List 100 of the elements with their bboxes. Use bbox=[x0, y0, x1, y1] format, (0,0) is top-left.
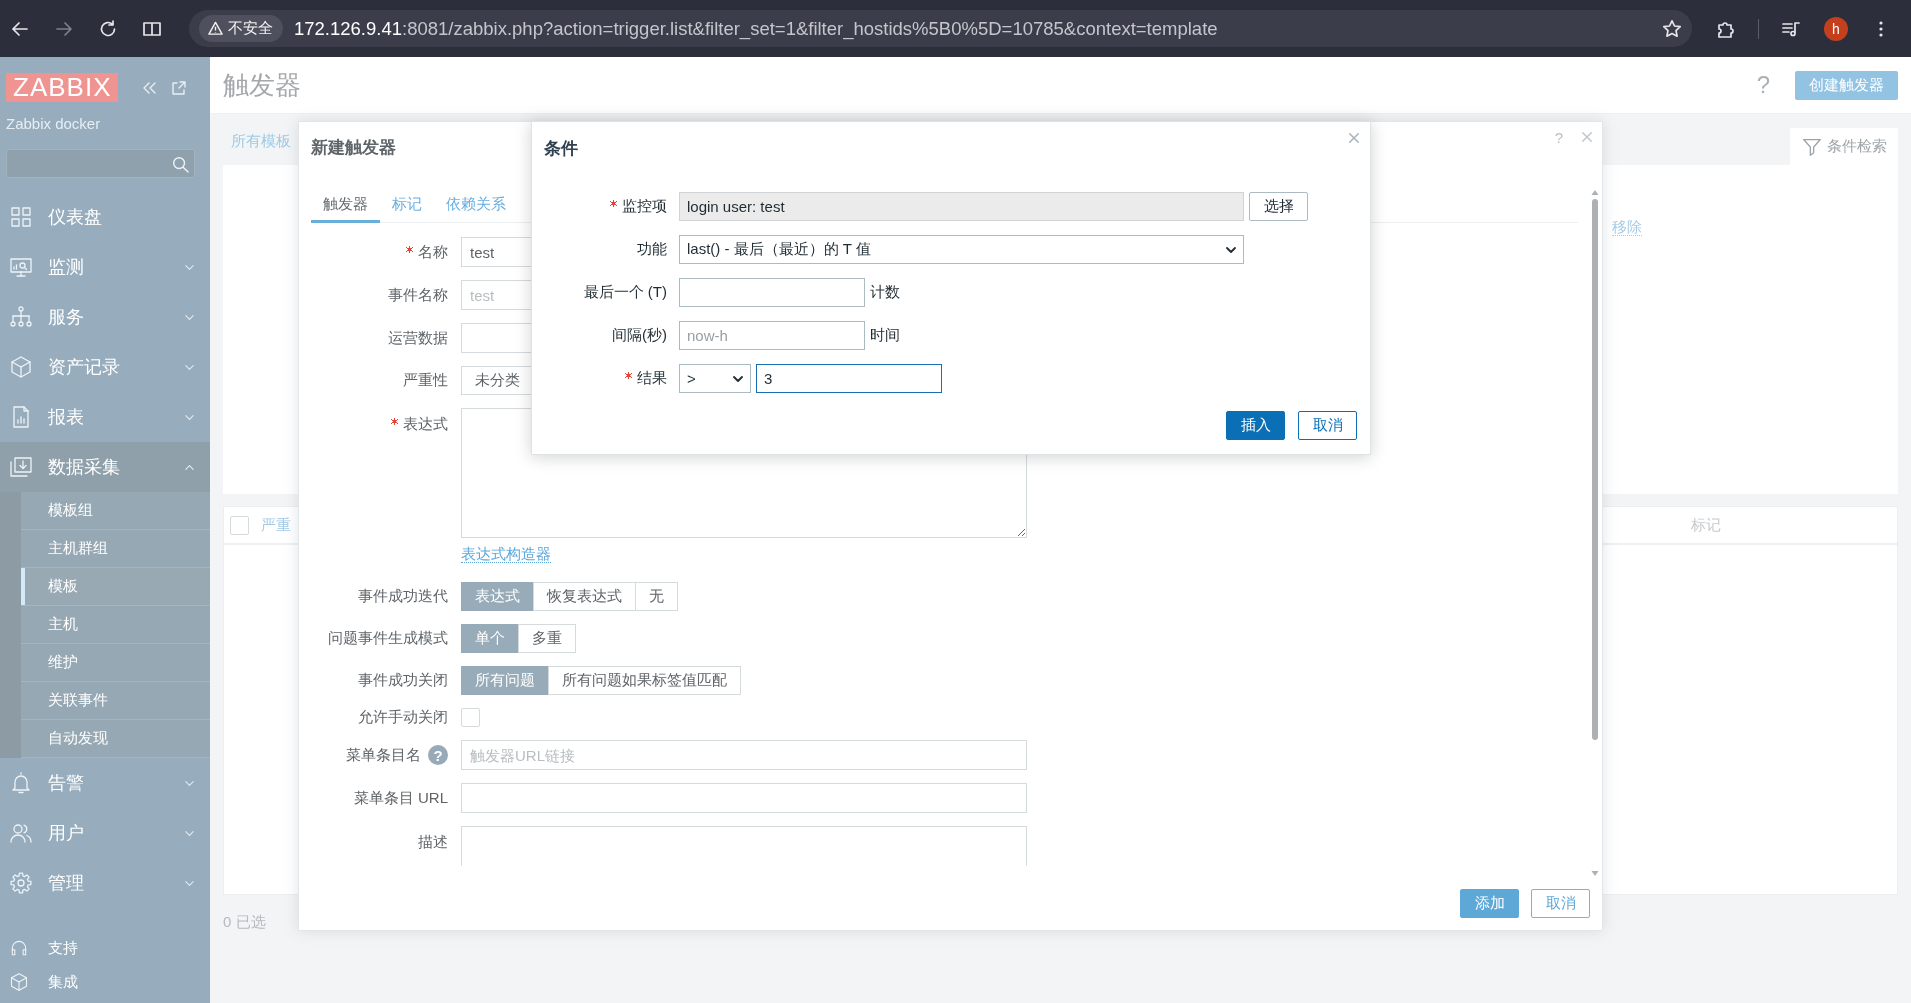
submenu-item[interactable]: 模板组 bbox=[21, 492, 210, 530]
menu-item[interactable]: 报表 bbox=[0, 392, 210, 442]
users-icon bbox=[9, 821, 33, 845]
field-label: 事件成功关闭 bbox=[358, 671, 448, 690]
field-label: 菜单条目 URL bbox=[353, 788, 448, 808]
gear-icon bbox=[9, 871, 33, 895]
create-trigger-button[interactable]: 创建触发器 bbox=[1795, 70, 1898, 100]
security-indicator[interactable]: 不安全 bbox=[199, 15, 283, 42]
filter-tab[interactable]: 条件检索 bbox=[1790, 128, 1898, 165]
menu-item[interactable]: 告警 bbox=[0, 758, 210, 808]
operator-dropdown[interactable]: > bbox=[679, 364, 751, 393]
column-header[interactable]: 严重 bbox=[261, 515, 291, 535]
segmented-option[interactable]: 未分类 bbox=[461, 366, 532, 395]
help-button[interactable]: ? bbox=[1756, 71, 1770, 99]
text-field[interactable] bbox=[461, 783, 1027, 813]
url-text: 172.126.9.41:8081/zabbix.php?action=trigger.list&filter_set=1&filter_hostids%5B0%5D=10785&context=template bbox=[294, 17, 1218, 40]
field-label: 功能 bbox=[637, 240, 667, 259]
field-label: 结果 bbox=[625, 369, 667, 388]
selected-count: 0 已选 bbox=[223, 913, 266, 930]
close-icon[interactable] bbox=[1348, 132, 1360, 144]
segmented-option[interactable]: 恢复表达式 bbox=[533, 582, 636, 611]
warning-icon bbox=[208, 21, 223, 36]
help-button[interactable]: ? bbox=[1554, 129, 1563, 146]
text-field[interactable]: test bbox=[461, 280, 532, 310]
grid-icon bbox=[9, 205, 33, 229]
text-field[interactable]: now-h bbox=[679, 321, 865, 350]
field-label: 事件名称 bbox=[388, 285, 448, 305]
field-label: 事件成功迭代 bbox=[358, 587, 448, 606]
submenu-item[interactable]: 维护 bbox=[21, 644, 210, 682]
field-label: 表达式 bbox=[391, 415, 448, 434]
text-field[interactable]: test bbox=[461, 237, 532, 267]
expression-builder-link[interactable]: 表达式构造器 bbox=[461, 545, 551, 563]
submenu-item[interactable]: 自动发现 bbox=[21, 720, 210, 758]
search-field[interactable] bbox=[6, 149, 195, 178]
segmented-option[interactable]: 单个 bbox=[461, 624, 519, 653]
column-header: 标记 bbox=[1691, 515, 1721, 535]
page-title: 触发器 bbox=[223, 68, 301, 102]
segmented-option[interactable]: 无 bbox=[635, 582, 678, 611]
menu-item[interactable]: 数据采集 bbox=[0, 442, 210, 492]
textarea-field[interactable] bbox=[461, 826, 1027, 866]
menu-item[interactable]: 监测 bbox=[0, 242, 210, 292]
menu-item[interactable]: 资产记录 bbox=[0, 342, 210, 392]
submenu-item[interactable]: 主机 bbox=[21, 606, 210, 644]
help-icon[interactable]: ? bbox=[428, 745, 448, 765]
dialog-button[interactable]: 取消 bbox=[1298, 411, 1357, 440]
download-tray-icon bbox=[9, 455, 33, 479]
submenu-item[interactable]: 主机群组 bbox=[21, 530, 210, 568]
submenu-item[interactable]: 模板 bbox=[21, 568, 210, 606]
unit-label: 计数 bbox=[870, 283, 900, 302]
remove-link[interactable]: 移除 bbox=[1612, 218, 1642, 236]
checkbox[interactable] bbox=[230, 515, 249, 535]
checkbox[interactable] bbox=[461, 708, 480, 727]
text-field[interactable] bbox=[461, 323, 532, 353]
text-field[interactable]: 触发器URL链接 bbox=[461, 740, 1027, 770]
menu-item[interactable]: 用户 bbox=[0, 808, 210, 858]
cube-icon bbox=[9, 355, 33, 379]
field-label: 间隔(秒) bbox=[612, 326, 667, 345]
star-icon[interactable] bbox=[1662, 18, 1682, 39]
hierarchy-icon bbox=[9, 305, 33, 329]
text-field[interactable] bbox=[679, 278, 865, 307]
menu-item[interactable]: 支持 bbox=[0, 931, 210, 965]
address-bar[interactable]: 不安全 172.126.9.41:8081/zabbix.php?action=trigger.list&filter_set=1&filter_hostids%5B0%5D=10785&context=template bbox=[189, 10, 1692, 47]
cube-icon bbox=[9, 972, 29, 992]
close-icon[interactable] bbox=[1581, 131, 1593, 143]
submenu-item[interactable]: 关联事件 bbox=[21, 682, 210, 720]
select-button[interactable]: 选择 bbox=[1249, 192, 1308, 221]
menu-item[interactable]: 管理 bbox=[0, 858, 210, 908]
field-label: 问题事件生成模式 bbox=[328, 629, 448, 648]
scrollbar[interactable] bbox=[1591, 189, 1599, 877]
dialog-title: 新建触发器 bbox=[311, 138, 396, 158]
segmented-option[interactable]: 所有问题如果标签值匹配 bbox=[548, 666, 741, 695]
segmented-option[interactable]: 多重 bbox=[518, 624, 576, 653]
unit-label: 时间 bbox=[870, 326, 900, 345]
tab[interactable]: 依赖关系 bbox=[434, 188, 518, 223]
search-icon[interactable] bbox=[171, 154, 189, 173]
dialog-button[interactable]: 取消 bbox=[1531, 889, 1590, 918]
field-label: 菜单条目名 bbox=[346, 745, 421, 765]
menu-item[interactable]: 仪表盘 bbox=[0, 192, 210, 242]
headset-icon bbox=[9, 938, 29, 958]
item-field[interactable]: login user: test bbox=[679, 192, 1244, 221]
field-label: 允许手动关闭 bbox=[358, 708, 448, 727]
value-field[interactable]: 3 bbox=[756, 364, 942, 393]
dialog-button[interactable]: 插入 bbox=[1226, 411, 1285, 440]
field-label: 最后一个 (T) bbox=[583, 283, 667, 302]
breadcrumb-link[interactable]: 所有模板 bbox=[231, 132, 291, 151]
reload-icon[interactable] bbox=[98, 18, 118, 39]
zabbix-logo[interactable]: ZABBIX bbox=[6, 73, 119, 102]
profile-avatar[interactable]: h bbox=[1824, 16, 1848, 41]
segmented-option[interactable]: 所有问题 bbox=[461, 666, 549, 695]
field-label: 监控项 bbox=[610, 197, 667, 216]
popout-icon[interactable] bbox=[171, 79, 188, 96]
function-dropdown[interactable]: last() - 最后（最近）的 T 值 bbox=[679, 235, 1244, 264]
tab[interactable]: 触发器 bbox=[311, 188, 380, 223]
filter-icon bbox=[1802, 136, 1822, 157]
dialog-button[interactable]: 添加 bbox=[1460, 889, 1519, 918]
menu-item[interactable]: 集成 bbox=[0, 965, 210, 999]
segmented-option[interactable]: 表达式 bbox=[461, 582, 534, 611]
tab[interactable]: 标记 bbox=[380, 188, 434, 223]
monitor-search-icon bbox=[9, 255, 33, 279]
menu-item[interactable]: 服务 bbox=[0, 292, 210, 342]
